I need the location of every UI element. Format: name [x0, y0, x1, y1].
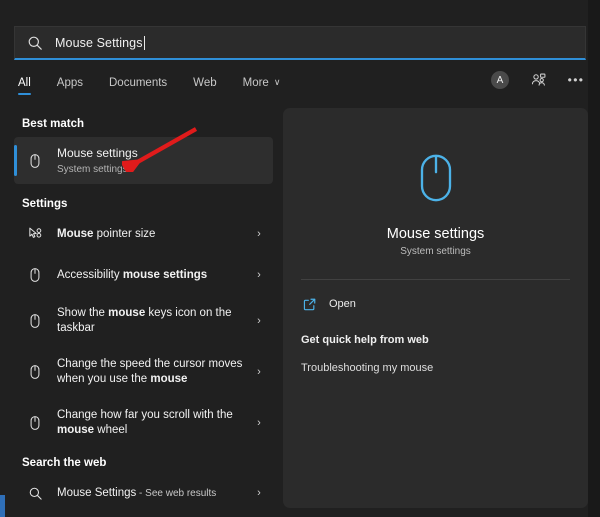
preview-subtitle: System settings — [400, 246, 471, 257]
feedback-icon[interactable] — [528, 70, 548, 90]
search-flyout-window: Mouse Settings All Apps Documents Web Mo… — [0, 0, 600, 517]
cursor-pointer-icon — [26, 225, 44, 243]
list-item-label: Change the speed the cursor moves when y… — [57, 357, 247, 387]
open-action-button[interactable]: Open — [301, 296, 570, 312]
preview-title: Mouse settings — [386, 226, 485, 242]
tab-documents[interactable]: Documents — [109, 77, 167, 95]
open-action-label: Open — [329, 298, 356, 310]
external-link-icon — [301, 296, 317, 312]
search-icon — [27, 35, 43, 51]
highlighted-term: mouse settings — [122, 268, 208, 281]
search-icon — [26, 484, 44, 502]
highlighted-term: mouse — [57, 424, 95, 436]
chevron-right-icon: › — [257, 366, 261, 378]
label-text: - See web results — [136, 487, 217, 499]
section-header-search-the-web: Search the web — [22, 457, 107, 469]
chevron-right-icon: › — [257, 269, 261, 281]
preview-divider — [301, 279, 570, 280]
avatar-initial: A — [491, 71, 509, 89]
quick-help-heading: Get quick help from web — [301, 334, 429, 346]
tab-all[interactable]: All — [18, 77, 31, 95]
mouse-icon — [26, 363, 44, 381]
mouse-icon — [26, 312, 44, 330]
section-header-settings: Settings — [22, 198, 68, 210]
account-avatar[interactable]: A — [490, 70, 510, 90]
more-options-icon[interactable]: ••• — [566, 70, 586, 90]
search-input[interactable]: Mouse Settings — [14, 26, 586, 60]
chevron-down-icon: ∨ — [273, 77, 281, 87]
label-text: Mouse Settings — [57, 486, 137, 499]
tab-all-label: All — [18, 77, 31, 89]
best-match-subtitle: System settings — [57, 164, 128, 175]
highlighted-term: mouse — [150, 373, 188, 385]
list-item[interactable]: Mouse pointer size › — [14, 217, 273, 251]
tab-apps[interactable]: Apps — [57, 77, 83, 95]
chevron-right-icon: › — [257, 315, 261, 327]
tabs-action-group: A ••• — [490, 70, 586, 90]
results-list: Best match Mouse settings System setting… — [0, 106, 283, 517]
tab-more-label: More — [242, 77, 269, 89]
list-item[interactable]: Mouse Settings - See web results › — [14, 476, 273, 510]
list-item[interactable]: Accessibility mouse settings › — [14, 258, 273, 292]
section-header-best-match: Best match — [22, 118, 84, 130]
label-text: Show the — [57, 307, 109, 319]
chevron-right-icon: › — [257, 487, 261, 499]
mouse-icon-large — [404, 146, 468, 210]
text-caret — [143, 35, 145, 50]
best-match-text: Mouse settings System settings — [57, 144, 265, 177]
list-item-label: Accessibility mouse settings — [57, 268, 247, 283]
best-match-result[interactable]: Mouse settings System settings — [14, 137, 273, 184]
chevron-right-icon: › — [257, 417, 261, 429]
filter-tabs: All Apps Documents Web More ∨ A ••• — [18, 70, 586, 100]
quick-help-link[interactable]: Troubleshooting my mouse — [301, 362, 570, 374]
mouse-icon — [26, 152, 44, 170]
list-item-label: Mouse Settings - See web results — [57, 486, 247, 501]
list-item-label: Show the mouse keys icon on the taskbar — [57, 306, 247, 336]
best-match-title: Mouse settings — [57, 146, 138, 160]
more-options-glyph: ••• — [567, 73, 585, 87]
tab-more[interactable]: More ∨ — [243, 77, 281, 95]
label-text: pointer size — [93, 227, 156, 240]
label-text: wheel — [94, 424, 128, 436]
label-text: Accessibility — [57, 268, 123, 281]
list-item-label: Mouse pointer size — [57, 227, 247, 242]
tab-documents-label: Documents — [109, 77, 168, 89]
tab-apps-label: Apps — [56, 77, 83, 89]
search-box-container: Mouse Settings — [14, 26, 586, 60]
list-item[interactable]: Change how far you scroll with the mouse… — [14, 401, 273, 445]
window-right-edge — [588, 0, 600, 517]
list-item-label: Change how far you scroll with the mouse… — [57, 408, 247, 438]
chevron-right-icon: › — [257, 228, 261, 240]
tab-web-label: Web — [193, 77, 217, 89]
preview-panel: Mouse settings System settings Open Get … — [283, 108, 588, 508]
highlighted-term: Mouse — [57, 227, 94, 240]
mouse-icon — [26, 266, 44, 284]
list-item[interactable]: Show the mouse keys icon on the taskbar … — [14, 299, 273, 343]
list-item[interactable]: Change the speed the cursor moves when y… — [14, 350, 273, 394]
label-text: Change how far you scroll with the — [57, 409, 233, 421]
highlighted-term: mouse — [108, 307, 146, 319]
tab-web[interactable]: Web — [193, 77, 216, 95]
taskbar-accent-sliver — [0, 495, 5, 517]
mouse-icon — [26, 414, 44, 432]
search-input-value: Mouse Settings — [55, 35, 143, 50]
